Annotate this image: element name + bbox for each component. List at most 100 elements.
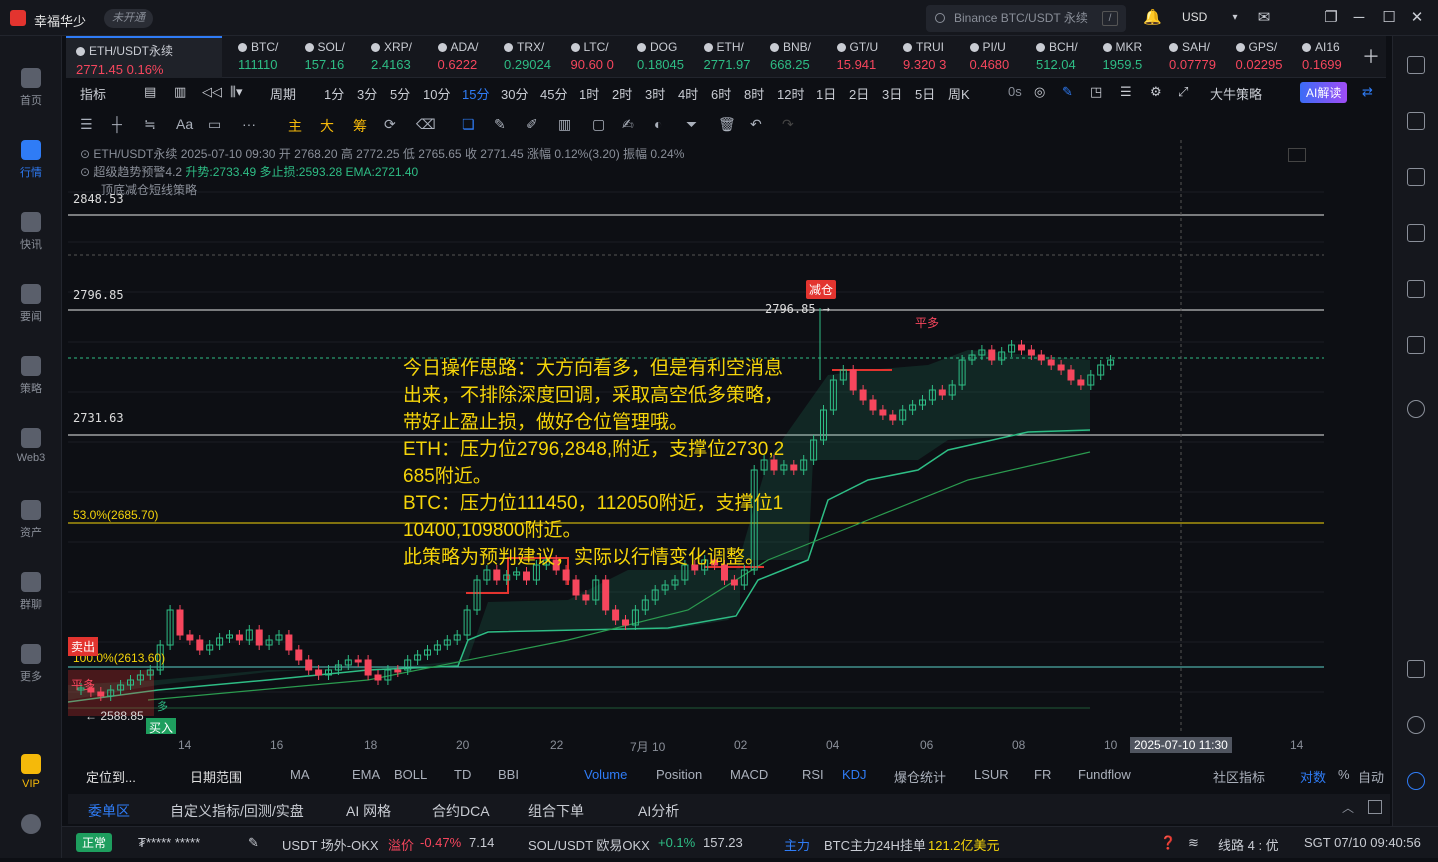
symbol-tab[interactable]: ETH/2771.97 [694,36,760,78]
bottom-tab-0[interactable]: 委单区 [88,801,130,821]
bell-icon[interactable]: 🔔 [1143,9,1162,27]
help-icon[interactable]: ❓ [1160,835,1176,851]
big-toggle[interactable]: 大 [320,116,334,136]
search-input[interactable]: Binance BTC/USDT 永续 / [926,5,1126,32]
sidebar-item-web3[interactable]: Web3 [0,416,62,476]
draw-icon[interactable]: ✎ [1062,84,1073,100]
indicator-1[interactable]: 日期范围 [190,767,242,786]
interval-13[interactable]: 12时 [777,84,804,103]
interval-5[interactable]: 30分 [501,84,528,103]
symbol-tab[interactable]: LTC/90.60 0 [561,36,627,78]
collapse-icon[interactable]: ⊙ [80,147,93,161]
strategy-select[interactable]: 大牛策略 [1210,84,1262,103]
kline-chart[interactable]: ⊙ ETH/USDT永续 2025-07-10 09:30 开 2768.20 … [68,140,1390,734]
sidebar-item-home[interactable]: 首页 [0,56,62,116]
interval-17[interactable]: 5日 [915,84,935,103]
popout-icon[interactable] [1368,800,1382,814]
menu-icon[interactable]: ☰ [80,116,93,133]
magnet-icon[interactable]: ◐ [654,116,662,132]
panel-icon[interactable] [1407,660,1425,678]
indicator-0[interactable]: 定位到... [86,767,136,786]
ai-interpret-button[interactable]: AI解读 [1300,82,1348,103]
refresh-icon[interactable]: ⟳ [384,116,396,133]
copy-icon[interactable]: ❏ [462,116,475,133]
calendar-icon[interactable]: ▤ [144,84,156,100]
camera-icon[interactable]: ◎ [1034,84,1045,100]
main-toggle[interactable]: 主 [288,116,302,136]
indicator-18[interactable]: % [1338,767,1350,782]
time-axis[interactable]: 14 16 18 20 22 7月 10 02 04 06 08 10 14 2025-07-10 11… [68,735,1390,757]
indicator-6[interactable]: BBI [498,767,519,782]
edit-icon[interactable]: ✎ [248,835,259,851]
shape-icon[interactable]: ◳ [1090,84,1102,100]
symbol-tab[interactable]: ETH/USDT永续 2771.45 0.16% [66,36,222,78]
interval-7[interactable]: 1时 [579,84,599,103]
ruler-icon[interactable]: ▭ [208,116,221,133]
fullscreen-icon[interactable]: ⤢ [1178,84,1188,100]
minimize-icon[interactable]: ─ [1350,9,1368,27]
monitor-icon[interactable] [1407,280,1425,298]
card-icon[interactable] [1407,336,1425,354]
indicator-12[interactable]: 爆仓统计 [894,767,946,786]
bottom-tab-1[interactable]: 自定义指标/回测/实盘 [170,801,304,821]
share-icon[interactable]: ⇄ [1362,84,1373,100]
multiline-icon[interactable]: ≒ [144,116,156,133]
sidebar-item-news[interactable]: 快讯 [0,200,62,260]
symbol-tab[interactable]: XRP/2.4163 [361,36,427,78]
grid-icon[interactable]: ▥ [174,84,186,100]
sidebar-item-more[interactable]: 更多 [0,632,62,692]
gear-icon[interactable]: ⚙ [1150,84,1162,100]
layout-icon[interactable]: ❐ [1322,9,1340,27]
edit-icon[interactable]: ✍ [622,116,634,133]
lock-icon[interactable]: ▢ [592,116,605,133]
candle-type-icon[interactable]: ⫼▾ [230,84,243,100]
sidebar-item-strategy[interactable]: 策略 [0,344,62,404]
interval-12[interactable]: 8时 [744,84,764,103]
orderbook-icon[interactable] [1407,112,1425,130]
indicator-5[interactable]: TD [454,767,471,782]
interval-15[interactable]: 2日 [849,84,869,103]
bottom-tab-3[interactable]: 合约DCA [432,801,490,821]
indicator-11[interactable]: KDJ [842,767,867,782]
bottom-tab-4[interactable]: 组合下单 [528,801,584,821]
bars-icon[interactable]: ▥ [558,116,571,133]
symbol-tab[interactable]: SAH/0.07779 [1159,36,1225,78]
interval-11[interactable]: 6时 [711,84,731,103]
line-icon[interactable]: ┼ [112,116,122,132]
chevron-up-icon[interactable]: ︿ [1342,799,1354,816]
symbol-tab[interactable]: ADA/0.6222 [428,36,494,78]
interval-9[interactable]: 3时 [645,84,665,103]
replay-icon[interactable]: ◁◁ [202,84,222,100]
interval-6[interactable]: 45分 [540,84,567,103]
bottom-tab-2[interactable]: AI 网格 [346,801,391,821]
clock-icon[interactable] [1407,400,1425,418]
symbol-tab[interactable]: DOG 0.18045 [627,36,693,78]
symbol-tab[interactable]: SOL/157.16 [295,36,361,78]
symbol-tab[interactable]: MKR 1959.5 [1093,36,1159,78]
chip-toggle[interactable]: 筹 [353,116,367,136]
indicator-14[interactable]: FR [1034,767,1051,782]
symbol-tab[interactable]: PI/U 0.4680 [960,36,1026,78]
interval-14[interactable]: 1日 [816,84,836,103]
indicator-button[interactable]: 指标 [80,84,106,103]
indicator-19[interactable]: 自动 [1358,767,1384,786]
network-line[interactable]: 线路 4 : 优 [1218,835,1279,854]
indicator-3[interactable]: EMA [352,767,380,782]
symbol-tab[interactable]: TRX/0.29024 [494,36,560,78]
sidebar-item-market[interactable]: 行情 [0,128,62,188]
watchlist-icon[interactable] [1407,56,1425,74]
eraser-icon[interactable]: ⌫ [416,116,436,133]
undo-icon[interactable]: ↶ [750,116,762,133]
redo-icon[interactable]: ↷ [782,116,794,133]
dollar-icon[interactable] [1407,168,1425,186]
ticker-1[interactable]: USDT 场外-OKX [282,835,379,854]
indicator-17[interactable]: 对数 [1300,767,1326,786]
filter-icon[interactable]: ⏷ [686,116,697,133]
support-icon[interactable] [1407,716,1425,734]
close-icon[interactable]: ✕ [1408,9,1426,27]
indicator-2[interactable]: MA [290,767,310,782]
symbol-tab[interactable]: BNB/668.25 [760,36,826,78]
mail-icon[interactable]: ✉ [1255,9,1273,27]
sidebar-item-assets[interactable]: 资产 [0,488,62,548]
indicator-15[interactable]: Fundflow [1078,767,1131,782]
